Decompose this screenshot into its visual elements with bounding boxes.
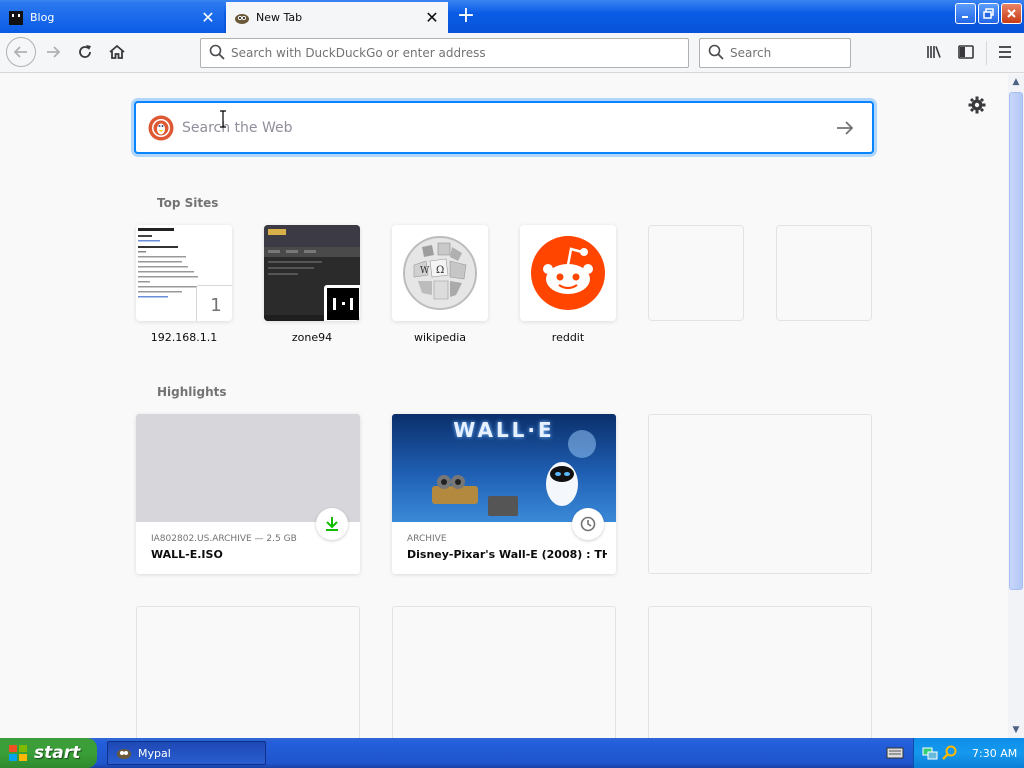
svg-text:Ω: Ω [436, 265, 444, 276]
site-icon-badge: 1 [196, 285, 232, 321]
gear-icon[interactable] [966, 94, 988, 116]
reddit-logo-icon [531, 236, 605, 310]
card-context: IA802802.US.ARCHIVE — 2.5 GB [151, 534, 297, 544]
tab-title: New Tab [256, 11, 303, 24]
top-site-label: wikipedia [413, 331, 466, 344]
network-icon[interactable] [922, 745, 938, 761]
card-title: Disney-Pixar's Wall-E (2008) : TH... [407, 548, 607, 561]
arrow-right-icon[interactable] [830, 113, 860, 143]
download-icon [316, 508, 348, 540]
highlight-card-empty [136, 606, 360, 738]
title-bar: Blog ✕ New Tab ✕ + [0, 0, 1024, 33]
search-bar[interactable] [699, 38, 880, 68]
sidebar-button[interactable] [952, 38, 980, 66]
top-site-label: 192.168.1.1 [150, 331, 218, 344]
top-site-empty[interactable] [648, 225, 744, 331]
top-site-empty[interactable] [776, 225, 872, 331]
tab-title: Blog [30, 11, 55, 24]
top-site-label: reddit [551, 331, 585, 344]
taskbar-item-label: Mypal [138, 746, 171, 760]
taskbar-item-mypal[interactable]: Mypal [107, 741, 266, 765]
close-window-button[interactable] [1001, 3, 1022, 24]
home-button[interactable] [103, 38, 131, 66]
card-preview [136, 414, 360, 522]
top-site-placeholder [648, 225, 744, 321]
top-site-tile: Ω W [392, 225, 488, 321]
highlight-card-wall-e-iso[interactable]: IA802802.US.ARCHIVE — 2.5 GB WALL-E.ISO [136, 414, 360, 574]
site-icon-badge [324, 285, 360, 321]
scroll-thumb[interactable] [1009, 92, 1023, 590]
library-button[interactable] [920, 38, 948, 66]
keyboard-icon[interactable] [886, 745, 904, 761]
close-tab-icon[interactable]: ✕ [196, 6, 220, 30]
highlights-heading: Highlights [157, 385, 227, 399]
card-title: WALL-E.ISO [151, 548, 223, 561]
close-tab-icon[interactable]: ✕ [420, 6, 444, 30]
start-button[interactable]: start [0, 738, 97, 768]
top-site-192-168-1-1[interactable]: 1 192.168.1.1 [136, 225, 232, 344]
clock: 7:30 AM [972, 746, 1018, 760]
reload-button[interactable] [71, 38, 99, 66]
web-search-box[interactable] [135, 102, 873, 153]
search-icon [209, 44, 225, 63]
vertical-scrollbar[interactable]: ▲ ▼ [1008, 74, 1024, 738]
tab-new-tab[interactable]: New Tab ✕ [226, 2, 448, 33]
top-site-zone94[interactable]: zone94 [264, 225, 360, 344]
scroll-up-arrow-icon[interactable]: ▲ [1008, 74, 1024, 90]
highlight-card-empty [648, 606, 872, 738]
forward-button[interactable] [39, 38, 67, 66]
blog-favicon-icon [8, 10, 24, 26]
search-input[interactable] [730, 46, 880, 60]
web-search-input[interactable] [182, 119, 830, 136]
card-preview-image: WALL·E [392, 414, 616, 522]
history-icon [572, 508, 604, 540]
system-tray: 7:30 AM [913, 738, 1024, 768]
top-site-screenshot: 1 [136, 225, 232, 321]
wikipedia-globe-icon: Ω W [403, 236, 477, 310]
duckduckgo-logo-icon [148, 115, 174, 141]
text-cursor-icon [219, 110, 227, 128]
tab-blog[interactable]: Blog ✕ [0, 2, 224, 33]
scroll-down-arrow-icon[interactable]: ▼ [1008, 722, 1024, 738]
top-site-screenshot [264, 225, 360, 321]
highlight-card-empty [392, 606, 616, 738]
start-label: start [34, 743, 81, 763]
back-button[interactable] [6, 37, 36, 67]
search-tray-icon[interactable] [942, 745, 958, 761]
top-sites-heading: Top Sites [157, 196, 219, 210]
top-site-label: zone94 [291, 331, 333, 344]
taskbar: start Mypal 7:30 AM [0, 738, 1024, 768]
search-icon [708, 44, 724, 63]
highlight-card-empty [648, 414, 872, 574]
new-tab-page: Top Sites 1 192.168.1.1 [0, 74, 1008, 738]
card-image-title: WALL·E [453, 418, 555, 442]
highlight-card-wall-e-archive[interactable]: WALL·E ARCHIVE Disney-Pixar's Wall-E (20… [392, 414, 616, 574]
minimize-button[interactable] [955, 3, 976, 24]
top-site-tile [520, 225, 616, 321]
address-bar[interactable] [200, 38, 689, 68]
navigation-toolbar [0, 33, 1024, 73]
svg-text:W: W [420, 266, 430, 276]
address-input[interactable] [231, 46, 688, 60]
mypal-favicon-icon [234, 10, 250, 26]
restore-button[interactable] [978, 3, 999, 24]
top-site-placeholder [776, 225, 872, 321]
top-site-wikipedia[interactable]: Ω W wikipedia [392, 225, 488, 344]
new-tab-plus-icon[interactable]: + [452, 4, 480, 30]
card-context: ARCHIVE [407, 534, 447, 544]
top-site-reddit[interactable]: reddit [520, 225, 616, 344]
menu-button[interactable] [991, 38, 1019, 66]
toolbar-separator [986, 41, 987, 65]
windows-logo-icon [8, 743, 28, 763]
mypal-app-icon [116, 745, 132, 761]
